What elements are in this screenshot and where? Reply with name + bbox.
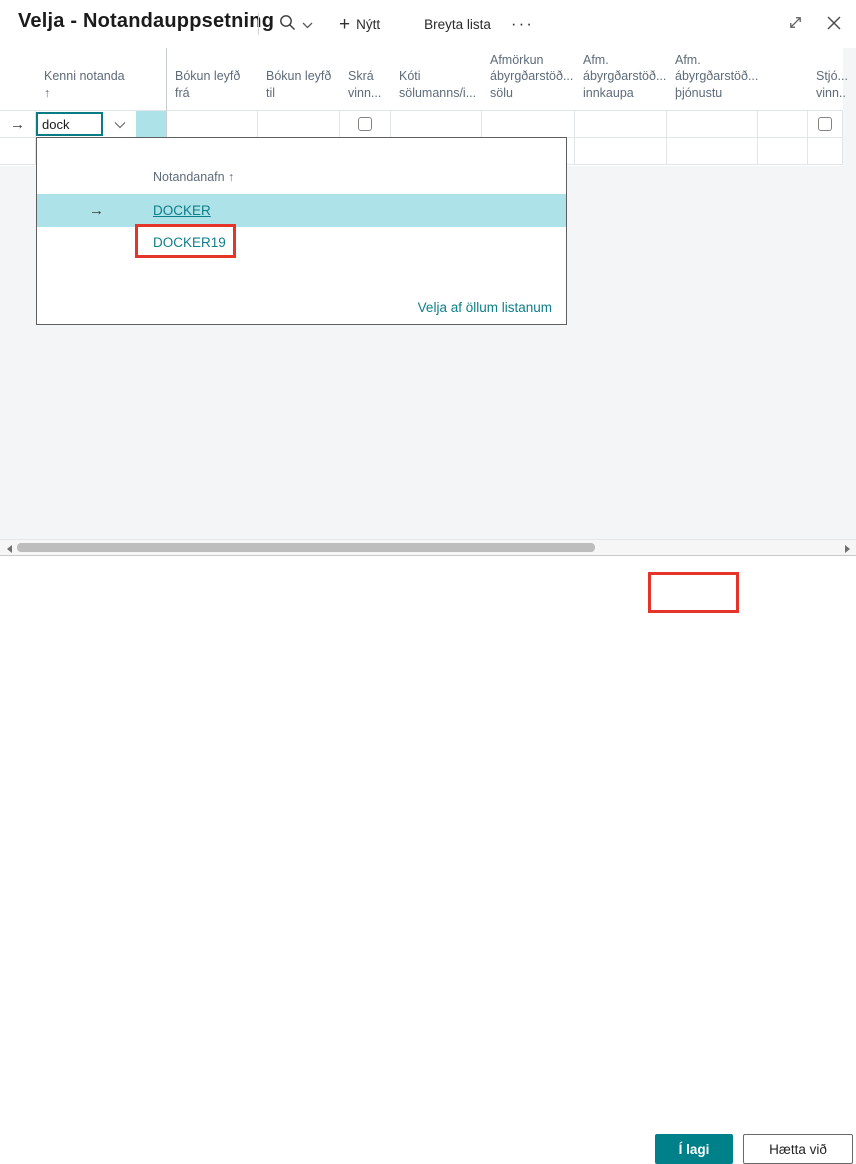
toolbar-separator — [258, 13, 259, 35]
selected-option-arrow-icon: → — [89, 202, 104, 219]
horizontal-scrollbar — [0, 539, 856, 556]
scroll-left-button[interactable] — [4, 544, 14, 553]
new-button-label: Nýtt — [356, 16, 381, 32]
scroll-left-icon — [6, 544, 12, 553]
column-header-afm-thjonustu[interactable]: Afm. ábyrgðarstöð... þjónustu — [667, 48, 758, 110]
dropdown-option-link[interactable]: DOCKER — [153, 203, 211, 218]
row-selector-cell[interactable] — [0, 138, 36, 164]
row-selector-cell[interactable]: → — [0, 111, 36, 137]
column-header-bokun-leyfd-fra[interactable]: Bókun leyfð frá — [167, 48, 258, 110]
expand-button[interactable] — [787, 14, 804, 34]
cell-afmorkun-solu[interactable] — [482, 111, 575, 137]
dropdown-option-docker[interactable]: → DOCKER — [37, 194, 566, 227]
dialog-footer: Í lagi Hætta við — [0, 556, 856, 1164]
empty-cell[interactable] — [575, 138, 667, 164]
plus-icon: + — [339, 13, 351, 35]
dropdown-option-docker19[interactable]: DOCKER19 — [37, 227, 566, 258]
column-header-skra-vinn[interactable]: Skrá vinn... — [340, 48, 391, 110]
grid-edit-row: → — [0, 111, 843, 138]
new-button[interactable]: + Nýtt — [339, 15, 380, 34]
skra-vinn-checkbox[interactable] — [358, 117, 372, 131]
column-header-afmorkun-solu[interactable]: Afmörkun ábyrgðarstöð... sölu — [482, 48, 575, 110]
column-header-stjo-vinn[interactable]: Stjó... vinn.. — [808, 48, 848, 110]
grid-header-row: Kenni notanda ↑ Bókun leyfð frá Bókun le… — [0, 48, 848, 111]
edit-list-button[interactable]: Breyta lista — [424, 17, 491, 32]
select-from-full-list-link[interactable]: Velja af öllum listanum — [418, 300, 552, 315]
close-icon — [826, 16, 842, 34]
column-header-kenni-notanda[interactable]: Kenni notanda ↑ — [36, 48, 167, 110]
dialog-title-bar: Velja - Notandauppsetning + Nýtt Breyta … — [0, 0, 856, 48]
empty-cell[interactable] — [758, 138, 808, 164]
row-marker-arrow-icon: → — [10, 115, 25, 133]
chevron-down-icon — [302, 17, 313, 32]
ok-button[interactable]: Í lagi — [655, 1134, 733, 1164]
empty-cell[interactable] — [667, 138, 758, 164]
lookup-dropdown-panel: Notandanafn ↑ → DOCKER DOCKER19 Velja af… — [36, 137, 567, 325]
scroll-right-button[interactable] — [842, 544, 852, 553]
cell-koti-solumanns[interactable] — [391, 111, 482, 137]
stjo-vinn-checkbox[interactable] — [818, 117, 832, 131]
cell-bokun-leyfd-fra[interactable] — [167, 111, 258, 137]
cell-kenni-notanda — [36, 111, 167, 137]
frozen-pane-divider — [166, 48, 167, 138]
cell-skra-vinn — [340, 111, 391, 137]
action-toolbar: + Nýtt Breyta lista ··· — [258, 0, 534, 48]
scroll-right-icon — [844, 544, 850, 553]
cell-bokun-leyfd-til[interactable] — [258, 111, 340, 137]
page-title: Velja - Notandauppsetning — [18, 10, 275, 32]
search-icon — [279, 14, 296, 34]
cell-selection-highlight — [136, 111, 166, 137]
column-header-empty — [758, 48, 808, 110]
window-controls — [787, 0, 842, 48]
cell-empty[interactable] — [758, 111, 808, 137]
column-header-selector — [0, 48, 36, 110]
kenni-notanda-input[interactable] — [36, 112, 103, 136]
dropdown-option-link[interactable]: DOCKER19 — [153, 235, 226, 250]
cell-afm-thjonustu[interactable] — [667, 111, 758, 137]
more-actions-button[interactable]: ··· — [511, 14, 534, 34]
cell-stjo-vinn — [808, 111, 843, 137]
lookup-dropdown-button[interactable] — [103, 111, 136, 137]
close-button[interactable] — [826, 15, 842, 34]
scrollbar-thumb[interactable] — [17, 543, 595, 552]
cancel-button[interactable]: Hætta við — [743, 1134, 853, 1164]
dropdown-chevron-icon — [114, 117, 126, 132]
column-header-koti-solumanns[interactable]: Kóti sölumanns/i... — [391, 48, 482, 110]
dropdown-column-header: Notandanafn ↑ — [153, 170, 235, 184]
column-header-bokun-leyfd-til[interactable]: Bókun leyfð til — [258, 48, 340, 110]
empty-cell[interactable] — [808, 138, 843, 164]
cell-afm-innkaupa[interactable] — [575, 111, 667, 137]
column-header-afm-innkaupa[interactable]: Afm. ábyrgðarstöð... innkaupa — [575, 48, 667, 110]
expand-icon — [787, 17, 804, 34]
search-button[interactable] — [279, 14, 313, 34]
